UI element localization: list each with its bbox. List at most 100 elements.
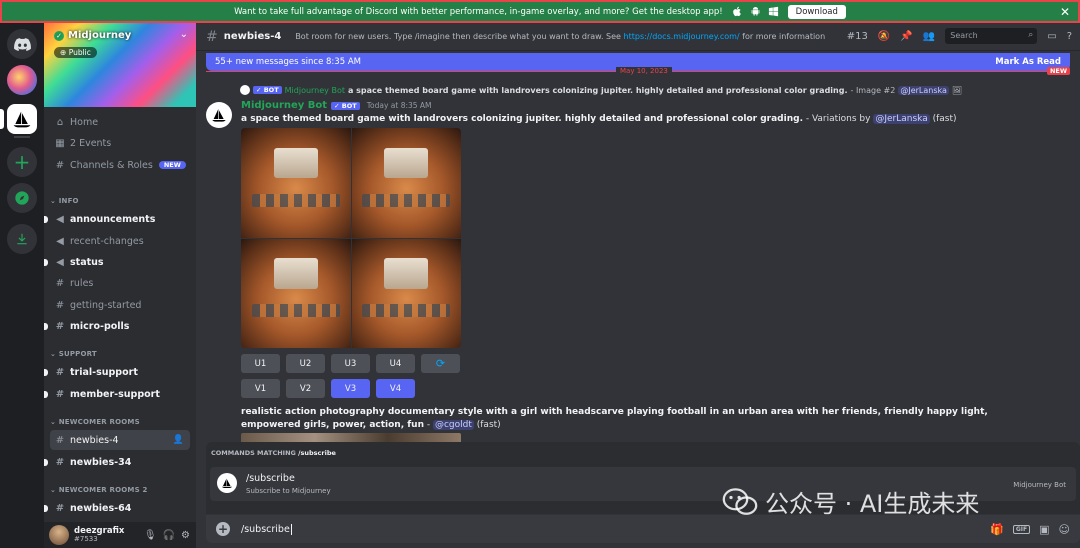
server-banner[interactable]: ✓ Midjourney ⌄ ⊕ Public: [44, 23, 196, 107]
user-mention[interactable]: @cgoldt: [432, 420, 474, 430]
command-source: Midjourney Bot: [1013, 481, 1066, 489]
image-tile: [351, 128, 461, 238]
hash-icon: #: [55, 299, 65, 311]
megaphone-icon: ◀: [56, 213, 64, 225]
megaphone-icon: ◀: [56, 235, 64, 247]
user-mention[interactable]: @JerLanska: [873, 114, 930, 124]
message-input-value[interactable]: /subscribe: [241, 523, 292, 535]
message-author[interactable]: Midjourney Bot: [241, 100, 327, 111]
upscale-button-1[interactable]: U1: [241, 354, 280, 373]
channel-recent-changes[interactable]: ◀ recent-changes: [50, 231, 190, 251]
user-mention[interactable]: @JerLanska: [898, 85, 949, 95]
variation-button-1[interactable]: V1: [241, 379, 280, 398]
download-button[interactable]: Download: [787, 4, 846, 19]
unread-indicator: [44, 368, 48, 376]
unread-indicator: [44, 322, 48, 330]
download-apps-icon[interactable]: [7, 224, 37, 254]
notifications-muted-icon[interactable]: 🔕: [878, 31, 890, 42]
channels-roles-icon: #: [55, 159, 65, 171]
header-tools: #13 🔕 📌 👥 Search ⌕ ▭ ?: [847, 28, 1072, 44]
commands-matching-title: COMMANDS MATCHING /subscribe: [211, 449, 336, 457]
hash-icon: #: [55, 277, 65, 289]
gif-button[interactable]: GIF: [1012, 524, 1031, 534]
channel-newbies-34[interactable]: # newbies-34: [44, 452, 190, 472]
mute-mic-icon[interactable]: 🎙: [144, 530, 157, 541]
reroll-button[interactable]: ⟳: [421, 354, 460, 373]
emoji-icon[interactable]: ☺: [1059, 523, 1070, 536]
reply-reference[interactable]: ✓ BOT Midjourney Bot a space themed boar…: [240, 85, 962, 95]
message-timestamp: Today at 8:35 AM: [366, 101, 432, 110]
docs-link[interactable]: https://docs.midjourney.com/: [624, 32, 740, 41]
channel-sidebar: ✓ Midjourney ⌄ ⊕ Public ⌂ Home ▦ 2 Events …: [44, 23, 196, 548]
threads-icon[interactable]: #13: [847, 31, 868, 42]
variation-button-3[interactable]: V3: [331, 379, 370, 398]
category-newcomer-rooms-2[interactable]: ⌄ NEWCOMER ROOMS 2: [50, 486, 148, 494]
watermark-text: 公众号 · AI生成未来: [765, 490, 980, 518]
date-divider: May 10, 2023 NEW: [206, 67, 1070, 75]
chevron-down-icon[interactable]: ⌄: [180, 29, 188, 40]
help-icon[interactable]: ?: [1067, 31, 1072, 42]
channel-getting-started[interactable]: # getting-started: [50, 295, 190, 315]
hash-icon: #: [55, 320, 65, 332]
nav-events[interactable]: ▦ 2 Events: [50, 133, 190, 153]
wechat-logo-icon: [722, 487, 758, 515]
pin-icon[interactable]: 📌: [900, 31, 912, 42]
channel-newbies-64[interactable]: # newbies-64: [44, 498, 190, 518]
avatar[interactable]: [49, 525, 69, 545]
text-caret: [290, 523, 292, 535]
message-input[interactable]: + /subscribe 🎁 GIF ▣ ☺: [206, 515, 1080, 543]
hash-icon: #: [55, 388, 65, 400]
verified-icon: ✓: [54, 30, 64, 41]
public-tag: ⊕ Public: [54, 47, 97, 58]
nav-channels-roles[interactable]: # Channels & Roles NEW: [50, 155, 190, 175]
user-names: deezgrafix #7533: [74, 527, 124, 543]
channel-rules[interactable]: # rules: [50, 273, 190, 293]
generated-image-grid[interactable]: [241, 128, 461, 348]
gift-icon[interactable]: 🎁: [990, 523, 1004, 536]
sticker-icon[interactable]: ▣: [1039, 523, 1049, 536]
channel-status[interactable]: ◀ status: [44, 252, 190, 272]
variation-button-4[interactable]: V4: [376, 379, 415, 398]
refresh-icon: ⟳: [435, 357, 446, 370]
member-list-icon[interactable]: 👥: [923, 31, 935, 42]
channel-header: # newbies-4 Bot room for new users. Type…: [196, 23, 1080, 51]
hash-icon: #: [55, 456, 65, 468]
mark-as-read-button[interactable]: Mark As Read: [995, 57, 1061, 67]
banner-text: Want to take full advantage of Discord w…: [234, 6, 723, 17]
add-server-icon[interactable]: +: [7, 147, 37, 177]
image-tile: [241, 128, 351, 238]
close-banner-icon[interactable]: ✕: [1060, 5, 1070, 19]
bot-avatar[interactable]: [206, 102, 232, 128]
add-attachment-icon[interactable]: +: [216, 522, 230, 536]
explore-compass-icon[interactable]: [7, 183, 37, 213]
upscale-button-3[interactable]: U3: [331, 354, 370, 373]
upscale-button-2[interactable]: U2: [286, 354, 325, 373]
unread-indicator: [44, 458, 48, 466]
upscale-button-4[interactable]: U4: [376, 354, 415, 373]
variation-button-2[interactable]: V2: [286, 379, 325, 398]
nav-home[interactable]: ⌂ Home: [50, 112, 190, 132]
message-content-2: realistic action photography documentary…: [241, 407, 988, 430]
invite-user-icon[interactable]: 👤: [173, 435, 184, 445]
discord-window: Want to take full advantage of Discord w…: [0, 0, 1080, 548]
channel-announcements[interactable]: ◀ announcements: [44, 209, 190, 229]
channel-newbies-4[interactable]: # newbies-4 👤: [50, 430, 190, 450]
channel-micro-polls[interactable]: # micro-polls: [44, 316, 190, 336]
server-rail: +: [0, 23, 44, 548]
globe-icon: ⊕: [60, 48, 67, 57]
inbox-icon[interactable]: ▭: [1047, 31, 1056, 42]
category-info[interactable]: ⌄ INFO: [50, 197, 79, 205]
channel-topic: Bot room for new users. Type /imagine th…: [295, 32, 826, 41]
headphones-icon[interactable]: 🎧: [163, 530, 175, 541]
search-input[interactable]: Search ⌕: [945, 28, 1038, 44]
channel-trial-support[interactable]: # trial-support: [44, 362, 190, 382]
midjourney-server-icon[interactable]: [7, 104, 37, 134]
category-newcomer-rooms[interactable]: ⌄ NEWCOMER ROOMS: [50, 418, 140, 426]
server-avatar-icon[interactable]: [7, 65, 37, 95]
discord-home-icon[interactable]: [7, 29, 37, 59]
channel-member-support[interactable]: # member-support: [44, 384, 190, 404]
category-support[interactable]: ⌄ SUPPORT: [50, 350, 97, 358]
variation-button-row: V1 V2 V3 V4: [241, 379, 415, 398]
gear-icon[interactable]: ⚙: [181, 530, 190, 541]
bot-avatar: [217, 473, 237, 493]
